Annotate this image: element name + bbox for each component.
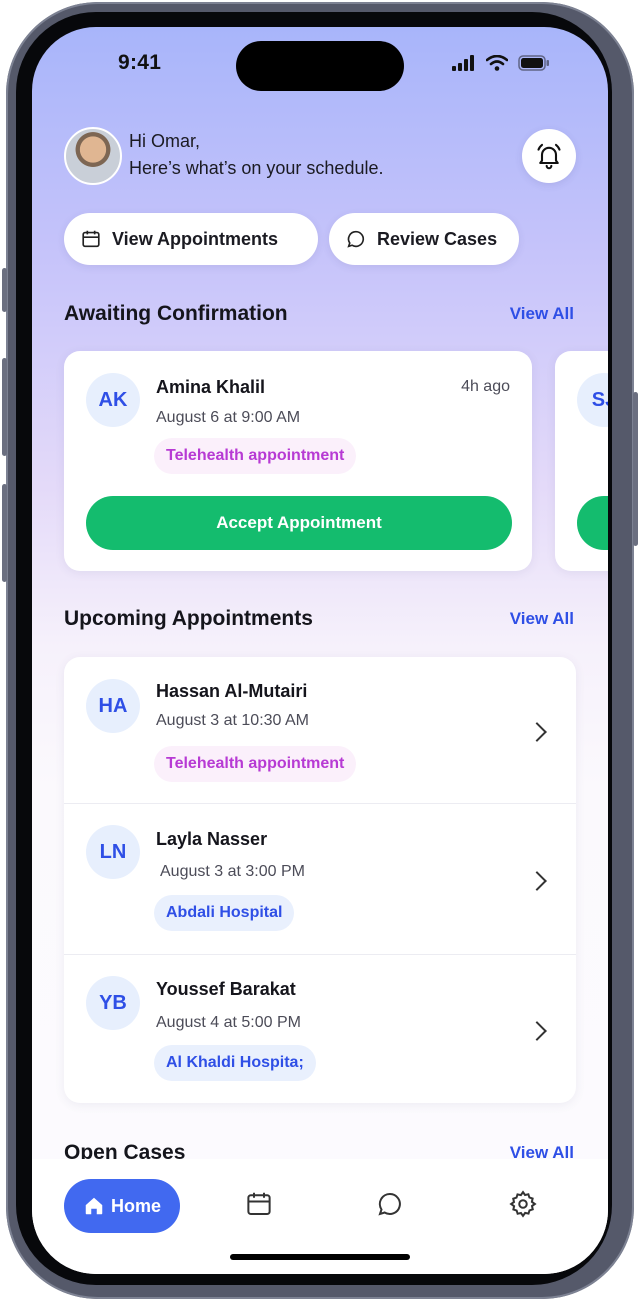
telehealth-tag: Telehealth appointment <box>154 438 357 474</box>
hospital-tag: Abdali Hospital <box>154 895 295 931</box>
volume-up-button <box>2 358 7 456</box>
upcoming-view-all-link[interactable]: View All <box>510 609 574 629</box>
calendar-icon <box>247 1192 271 1215</box>
patient-name: Layla Nasser <box>156 829 268 849</box>
accept-appointment-button-partial[interactable] <box>577 496 608 550</box>
list-item[interactable]: LN Layla Nasser August 3 at 3:00 PM Abda… <box>64 804 576 954</box>
patient-initials-avatar: LN <box>86 825 140 879</box>
mute-switch <box>2 268 7 312</box>
home-icon <box>85 1197 103 1215</box>
chevron-right-icon <box>527 1021 547 1041</box>
appointment-date: August 3 at 10:30 AM <box>156 712 309 729</box>
chat-bubble-icon <box>347 230 365 248</box>
volume-down-button <box>2 484 7 582</box>
view-appointments-label: View Appointments <box>112 228 279 249</box>
appointment-date: August 3 at 3:00 PM <box>160 863 305 880</box>
review-cases-label: Review Cases <box>377 228 498 249</box>
notifications-button[interactable] <box>522 129 576 183</box>
upcoming-list: HA Hassan Al-Mutairi August 3 at 10:30 A… <box>64 657 576 1103</box>
bell-icon <box>537 143 561 170</box>
tab-calendar[interactable] <box>242 1187 276 1221</box>
awaiting-card-next[interactable]: SJ <box>555 351 608 571</box>
appointment-date: August 6 at 9:00 AM <box>156 409 301 426</box>
tab-settings[interactable] <box>506 1187 540 1221</box>
tab-home[interactable]: Home <box>64 1179 180 1233</box>
chevron-right-icon <box>527 871 547 891</box>
awaiting-view-all-link[interactable]: View All <box>510 304 574 324</box>
patient-initials-avatar: AK <box>86 373 140 427</box>
review-cases-button[interactable]: Review Cases <box>329 213 519 265</box>
hospital-tag: Al Khaldi Hospita; <box>154 1045 316 1081</box>
awaiting-card[interactable]: AK Amina Khalil 4h ago August 6 at 9:00 … <box>64 351 532 571</box>
view-appointments-button[interactable]: View Appointments <box>64 213 318 265</box>
greeting-subtitle: Here’s what’s on your schedule. <box>129 158 384 178</box>
greeting-title: Hi Omar, <box>129 131 201 151</box>
patient-initials-avatar: YB <box>86 976 140 1030</box>
list-item[interactable]: YB Youssef Barakat August 4 at 5:00 PM A… <box>64 955 576 1103</box>
chevron-right-icon <box>527 722 547 742</box>
wifi-icon <box>486 55 508 71</box>
patient-name: Hassan Al-Mutairi <box>156 681 308 701</box>
calendar-icon <box>82 230 100 248</box>
patient-name: Amina Khalil <box>156 377 266 397</box>
tab-home-label: Home <box>110 1195 161 1216</box>
greeting-block: Hi Omar, Here’s what’s on your schedule. <box>129 128 383 182</box>
power-button <box>633 392 638 546</box>
dynamic-island <box>236 41 404 91</box>
screen: 9:41 Hi Omar, Here’s what’s on your sche… <box>32 27 608 1274</box>
signal-icon <box>452 55 474 71</box>
status-time: 9:41 <box>118 51 162 74</box>
battery-icon <box>518 55 549 71</box>
settings-icon <box>509 1190 537 1218</box>
accept-appointment-button[interactable]: Accept Appointment <box>86 496 512 550</box>
awaiting-section-title: Awaiting Confirmation <box>64 302 288 325</box>
upcoming-section-title: Upcoming Appointments <box>64 607 313 630</box>
telehealth-tag: Telehealth appointment <box>154 746 357 782</box>
status-icons <box>452 55 550 71</box>
list-item[interactable]: HA Hassan Al-Mutairi August 3 at 10:30 A… <box>64 657 576 803</box>
chat-icon <box>378 1192 401 1216</box>
patient-initials-avatar: HA <box>86 679 140 733</box>
appointment-date: August 4 at 5:00 PM <box>156 1014 301 1031</box>
patient-name: Youssef Barakat <box>156 979 296 999</box>
patient-initials-avatar: SJ <box>577 373 608 427</box>
time-ago: 4h ago <box>461 378 510 395</box>
home-indicator <box>230 1254 410 1260</box>
avatar[interactable] <box>64 127 122 185</box>
tab-messages[interactable] <box>373 1187 407 1221</box>
